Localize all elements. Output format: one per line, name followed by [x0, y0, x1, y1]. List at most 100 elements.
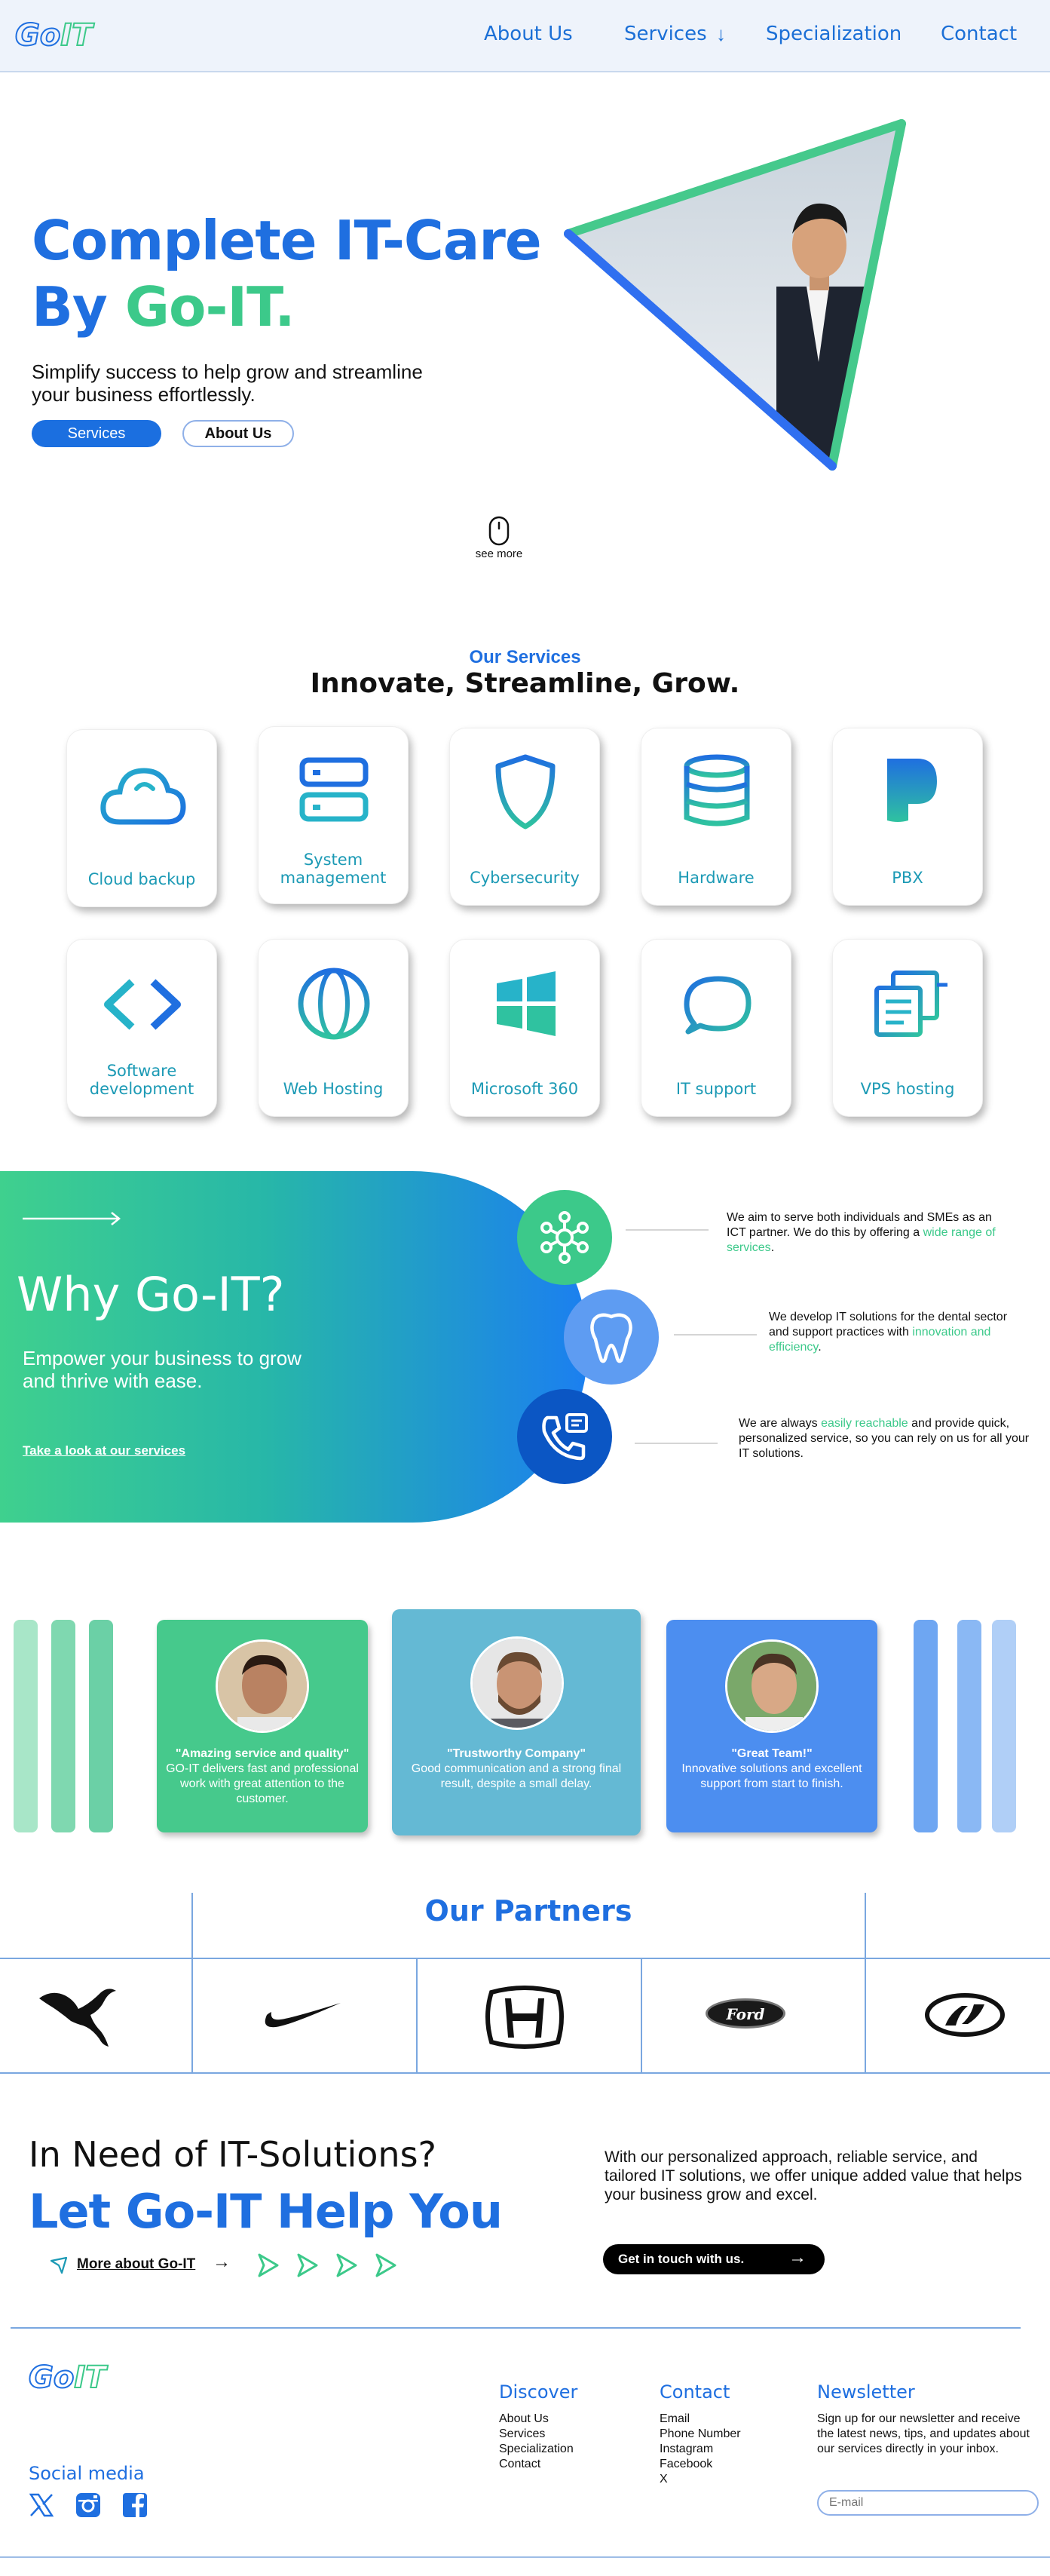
footer-link[interactable]: Email — [660, 2412, 741, 2427]
logo[interactable]: GoIT — [14, 17, 93, 54]
cta-line1: In Need of IT-Solutions? — [29, 2134, 436, 2175]
ford-logo: Ford — [706, 1998, 785, 2029]
get-in-touch-button[interactable]: Get in touch with us. → — [603, 2244, 825, 2274]
database-icon — [684, 754, 750, 826]
arrow-right-icon[interactable]: → — [213, 2252, 231, 2273]
hero-title-by: By — [32, 275, 125, 339]
nav-contact[interactable]: Contact — [941, 23, 1017, 45]
testimonial-text: Innovative solutions and excellent suppo… — [681, 1762, 862, 1790]
get-in-touch-label: Get in touch with us. — [618, 2252, 745, 2266]
connector-line — [626, 1229, 709, 1231]
partners-grid-line — [865, 1893, 866, 2074]
why-point-highlight[interactable]: easily reachable — [821, 1417, 908, 1430]
nav-specialization[interactable]: Specialization — [766, 23, 902, 45]
x-twitter-icon[interactable] — [29, 2492, 54, 2518]
decorative-stripe — [89, 1620, 113, 1832]
site-header: GoIT About Us Services ↓ Specialization … — [0, 0, 1050, 72]
service-label: Microsoft 360 — [470, 1080, 579, 1098]
testimonial-card: "Great Team!" Innovative solutions and ex… — [666, 1620, 877, 1832]
phone-chat-icon — [517, 1389, 612, 1484]
service-card-system-management[interactable]: System management — [258, 726, 409, 904]
testimonial-card: "Trustworthy Company" Good communication … — [392, 1609, 641, 1835]
globe-icon — [298, 968, 370, 1040]
instagram-icon[interactable] — [75, 2492, 101, 2518]
service-card-vps-hosting[interactable]: VPS hosting — [832, 939, 983, 1117]
tooth-icon — [564, 1290, 659, 1385]
decorative-stripe — [992, 1620, 1016, 1832]
footer-contact-title: Contact — [660, 2381, 730, 2403]
hyundai-logo — [925, 1993, 1005, 2037]
service-card-hardware[interactable]: Hardware — [641, 728, 791, 906]
see-more-label[interactable]: see more — [461, 547, 537, 560]
service-card-cybersecurity[interactable]: Cybersecurity — [449, 728, 600, 906]
footer-link[interactable]: X — [660, 2472, 741, 2487]
footer-bottom-line — [0, 2556, 1050, 2558]
testimonial-title: "Trustworthy Company" — [446, 1747, 586, 1760]
vps-icon — [874, 971, 947, 1037]
hero-services-button[interactable]: Services — [32, 420, 161, 447]
footer-link[interactable]: About Us — [499, 2412, 574, 2427]
facebook-icon[interactable] — [122, 2492, 148, 2518]
service-card-web-hosting[interactable]: Web Hosting — [258, 939, 409, 1117]
nav-services[interactable]: Services — [624, 23, 707, 45]
logo-go: Go — [28, 2360, 75, 2396]
hero-title-line2: By Go-IT. — [32, 274, 541, 340]
service-label: Cloud backup — [87, 870, 196, 888]
service-label: Hardware — [678, 869, 755, 887]
hero-title: Complete IT-Care By Go-IT. — [32, 207, 542, 340]
service-label: Software development — [89, 1062, 194, 1098]
services-kicker: Our Services — [469, 647, 581, 667]
footer-link[interactable]: Contact — [499, 2457, 574, 2472]
why-point-3: We are always easily reachable and provi… — [739, 1416, 1040, 1461]
testimonial-quote: "Trustworthy Company" Good communication … — [401, 1746, 632, 1792]
partners-grid-line — [416, 1958, 418, 2074]
mouse-icon[interactable] — [488, 516, 510, 550]
cloud-icon — [100, 768, 186, 825]
service-card-microsoft-360[interactable]: Microsoft 360 — [449, 939, 600, 1117]
service-card-cloud-backup[interactable]: Cloud backup — [66, 729, 217, 907]
footer-link[interactable]: Phone Number — [660, 2427, 741, 2442]
network-icon — [517, 1190, 612, 1285]
why-services-link[interactable]: Take a look at our services — [23, 1443, 185, 1458]
footer-newsletter-text: Sign up for our newsletter and receive t… — [817, 2412, 1030, 2455]
why-point-text: We are always — [739, 1417, 822, 1430]
service-card-pbx[interactable]: PBX — [832, 728, 983, 906]
arrow-right-icon: → — [788, 2247, 807, 2268]
hero-subtitle: Simplify success to help grow and stream… — [32, 360, 423, 406]
hero-image — [564, 119, 906, 471]
arrow-down-icon[interactable]: ↓ — [716, 23, 726, 46]
server-icon — [299, 757, 369, 822]
social-media-title: Social media — [29, 2463, 145, 2484]
service-label: IT support — [675, 1080, 757, 1098]
service-card-software-development[interactable]: Software development — [66, 939, 217, 1117]
testimonial-text: Good communication and a strong final re… — [411, 1762, 622, 1790]
footer-divider — [11, 2327, 1021, 2329]
footer-discover-links: About Us Services Specialization Contact — [499, 2412, 574, 2472]
newsletter-email-input[interactable] — [817, 2490, 1039, 2516]
nav-about[interactable]: About Us — [484, 23, 573, 45]
windows-icon — [497, 971, 556, 1036]
partners-title: Our Partners — [424, 1894, 632, 1927]
testimonial-quote: "Amazing service and quality" GO-IT deliv… — [166, 1746, 359, 1807]
more-about-link[interactable]: More about Go-IT — [77, 2256, 195, 2273]
footer-logo[interactable]: GoIT — [28, 2360, 106, 2396]
service-label: Cybersecurity — [470, 869, 580, 887]
why-point-text: . — [770, 1241, 775, 1254]
hero-about-button[interactable]: About Us — [182, 420, 294, 447]
footer-link[interactable]: Facebook — [660, 2457, 741, 2472]
nike-logo — [265, 2003, 341, 2028]
chat-icon — [684, 976, 752, 1035]
service-card-it-support[interactable]: IT support — [641, 939, 791, 1117]
decorative-stripe — [914, 1620, 938, 1832]
why-point-text: . — [818, 1341, 822, 1354]
shield-icon — [495, 754, 556, 830]
service-label: System management — [280, 851, 387, 887]
footer-link[interactable]: Specialization — [499, 2442, 574, 2457]
ford-logo-text: Ford — [726, 2005, 765, 2023]
testimonial-title: "Amazing service and quality" — [175, 1747, 350, 1760]
testimonial-card: "Amazing service and quality" GO-IT deliv… — [157, 1620, 368, 1832]
footer-link[interactable]: Instagram — [660, 2442, 741, 2457]
connector-line — [674, 1334, 757, 1336]
hero-title-line1: Complete IT-Care — [32, 209, 542, 272]
footer-link[interactable]: Services — [499, 2427, 574, 2442]
